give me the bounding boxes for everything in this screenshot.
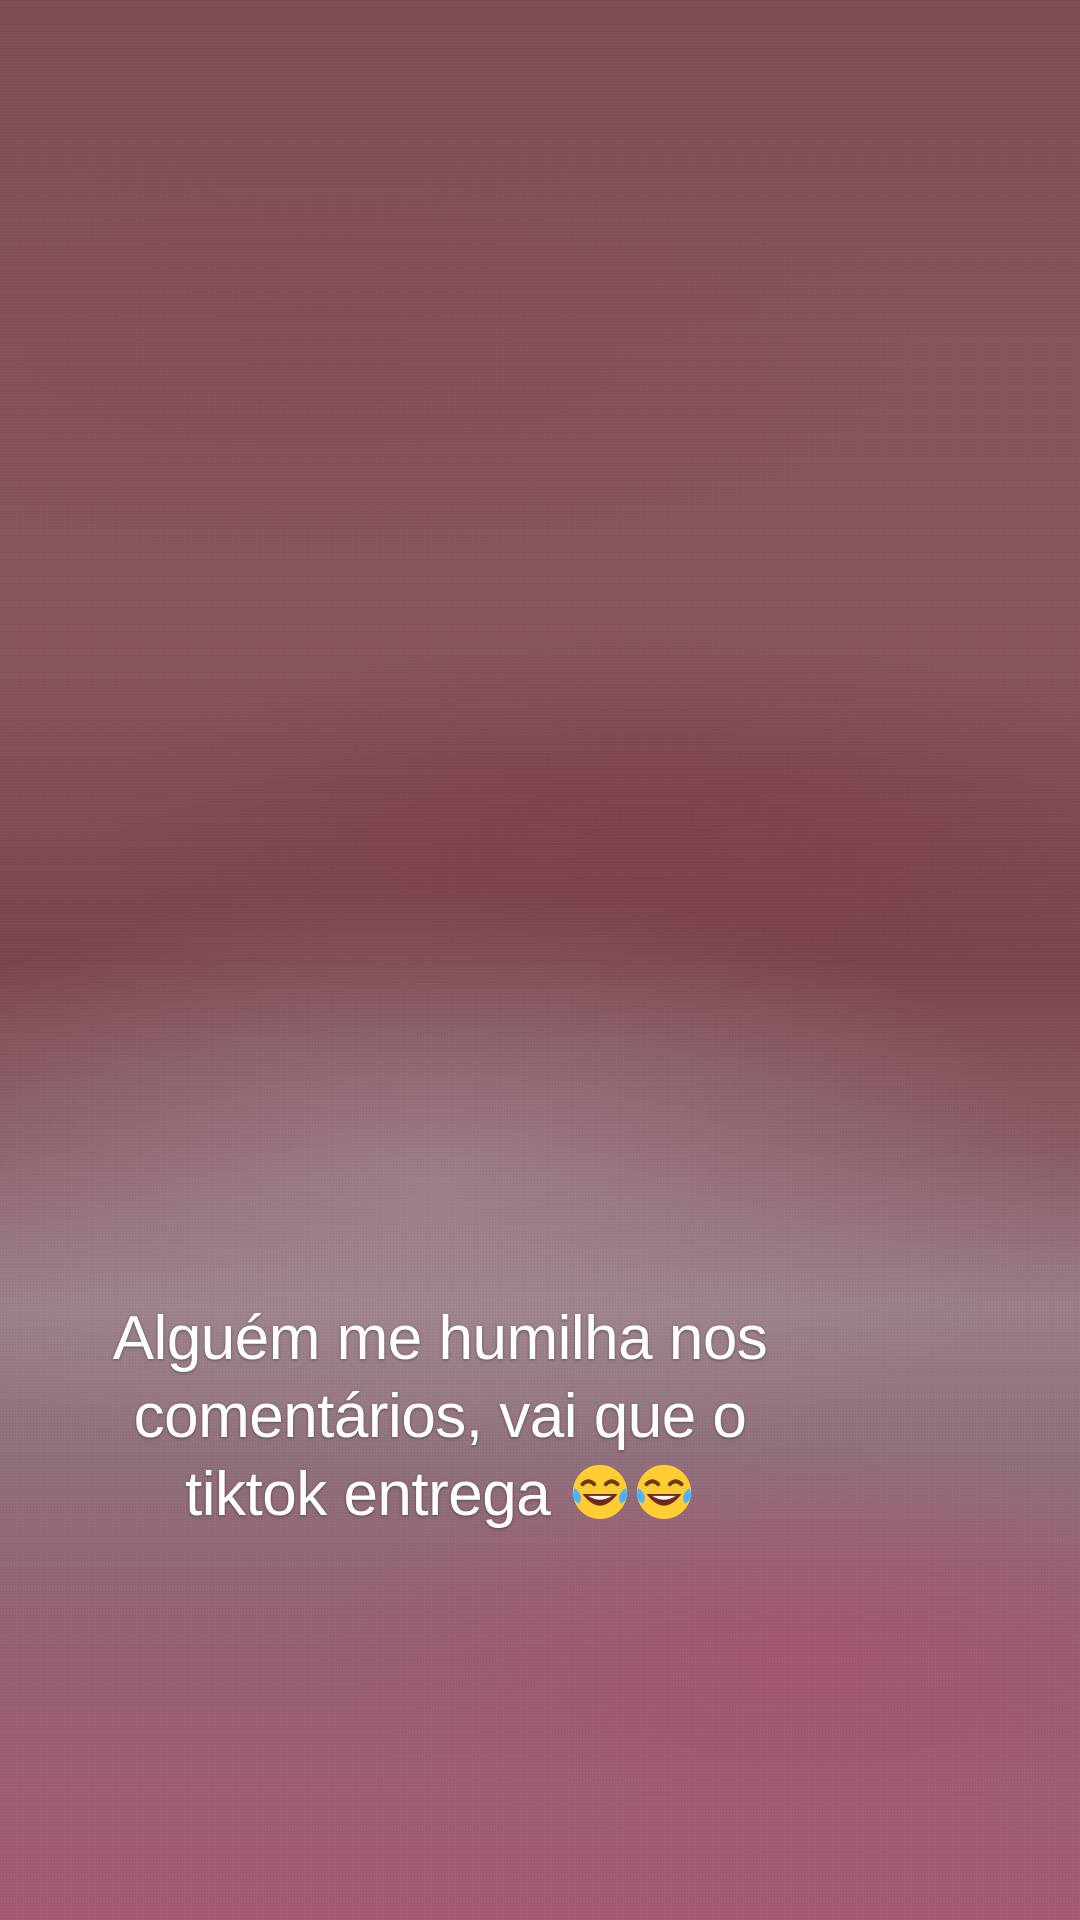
film-grain [0, 0, 1080, 1920]
caption-line-2: comentários, vai que o [133, 1382, 747, 1451]
video-frame: Alguém me humilha nos comentários, vai q… [0, 0, 1080, 1920]
caption-line-1: Alguém me humilha nos [112, 1304, 768, 1373]
caption-line-3-text: tiktok entrega [185, 1460, 551, 1529]
video-caption: Alguém me humilha nos comentários, vai q… [0, 1300, 880, 1534]
face-with-tears-of-joy-icon [636, 1464, 692, 1520]
caption-line-3: tiktok entrega [0, 1456, 880, 1534]
face-with-tears-of-joy-icon [572, 1464, 628, 1520]
